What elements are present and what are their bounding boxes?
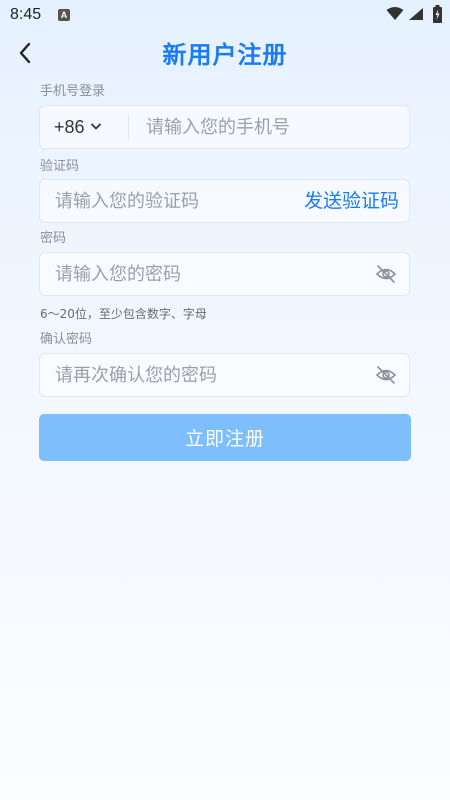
chevron-down-icon — [90, 123, 101, 130]
phone-field: +86 — [39, 105, 410, 149]
register-button[interactable]: 立即注册 — [39, 414, 411, 461]
phone-label: 手机号登录 — [40, 84, 106, 99]
password-hint: 6～20位，至少包含数字、字母 — [40, 307, 207, 321]
country-code-select[interactable]: +86 — [54, 106, 101, 148]
code-field: 发送验证码 — [39, 179, 410, 223]
battery-icon — [433, 5, 442, 23]
status-bar: 8:45 A — [0, 0, 450, 32]
eye-off-icon[interactable] — [375, 264, 397, 284]
password-input[interactable] — [55, 253, 355, 295]
notification-icon: A — [58, 9, 70, 21]
password-field — [39, 252, 410, 296]
eye-off-icon[interactable] — [375, 365, 397, 385]
code-input[interactable] — [55, 180, 275, 222]
send-code-button[interactable]: 发送验证码 — [304, 180, 399, 222]
confirm-field — [39, 353, 410, 397]
wifi-icon — [386, 7, 404, 20]
phone-input[interactable] — [146, 106, 396, 148]
code-label: 验证码 — [40, 159, 80, 174]
status-time: 8:45 — [10, 6, 42, 23]
country-code-value: +86 — [54, 116, 85, 137]
confirm-label: 确认密码 — [40, 332, 93, 347]
signal-icon — [409, 8, 423, 20]
divider — [128, 114, 129, 140]
page-title: 新用户注册 — [162, 41, 288, 69]
password-label: 密码 — [40, 231, 67, 246]
confirm-password-input[interactable] — [55, 354, 355, 396]
